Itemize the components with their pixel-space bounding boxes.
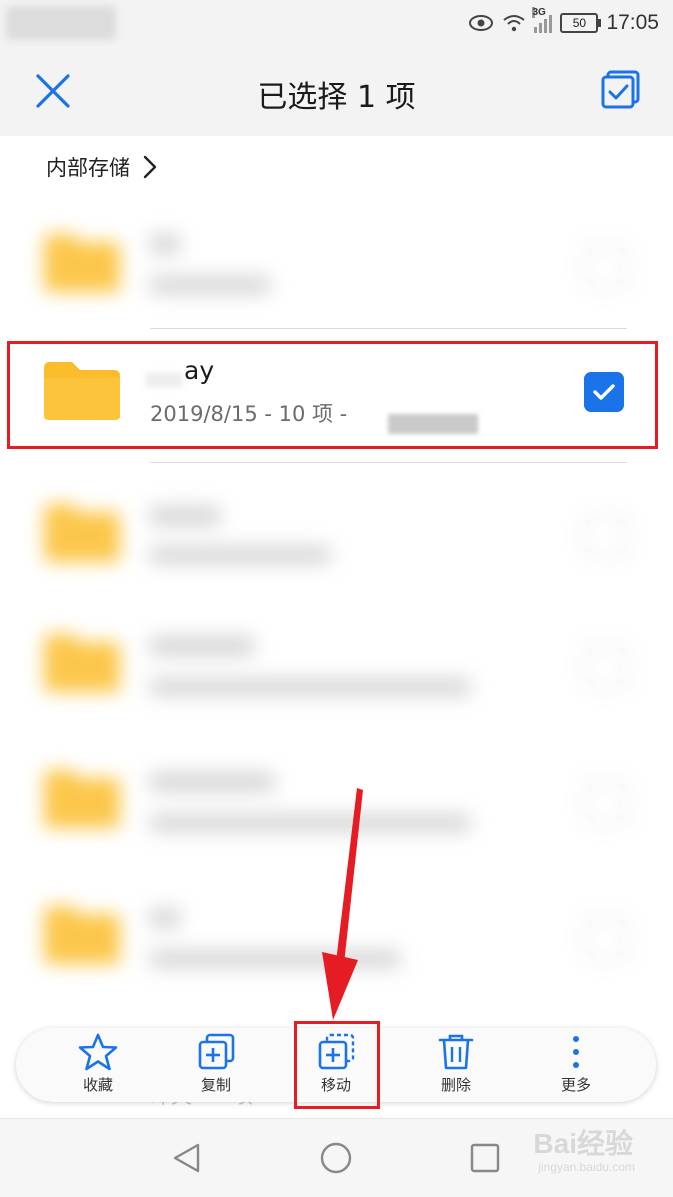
list-item-blurred[interactable] <box>0 200 673 330</box>
recents-square-icon[interactable] <box>468 1141 502 1175</box>
system-nav-bar <box>0 1118 673 1197</box>
select-all-icon[interactable] <box>599 68 643 112</box>
item-checkbox[interactable] <box>584 916 628 960</box>
status-icons: 3G 50 17:05 <box>468 7 659 38</box>
star-icon <box>78 1033 118 1071</box>
item-checkbox[interactable] <box>584 644 628 688</box>
status-bar: 3G 50 17:05 <box>0 0 673 46</box>
network-type: 3G <box>532 7 546 18</box>
chevron-right-icon <box>143 155 157 179</box>
item-checkbox[interactable] <box>584 244 628 288</box>
item-checkbox[interactable] <box>584 780 628 824</box>
move-icon <box>318 1033 355 1070</box>
folder-icon <box>44 234 120 292</box>
move-label: 移动 <box>320 1076 351 1094</box>
list-item-blurred[interactable] <box>0 872 673 1002</box>
item-checkbox[interactable] <box>584 514 628 558</box>
folder-icon <box>44 634 120 692</box>
more-button[interactable]: 更多 <box>526 1028 626 1102</box>
favorite-button[interactable]: 收藏 <box>48 1028 148 1102</box>
list-item-blurred[interactable] <box>0 470 673 600</box>
folder-icon <box>44 504 120 562</box>
delete-label: 删除 <box>440 1076 471 1094</box>
trash-icon <box>438 1034 474 1070</box>
breadcrumb-label: 内部存储 <box>46 156 130 180</box>
copy-icon <box>198 1033 235 1070</box>
redacted-size <box>388 414 478 434</box>
list-item-blurred[interactable] <box>0 600 673 730</box>
breadcrumb[interactable]: 内部存储 <box>46 150 158 184</box>
battery-icon: 50 <box>560 13 602 33</box>
copy-button[interactable]: 复制 <box>166 1028 266 1102</box>
carrier-info-blurred <box>6 6 116 40</box>
list-item-blurred[interactable] <box>0 736 673 866</box>
back-triangle-icon[interactable] <box>170 1141 204 1175</box>
checkmark-icon <box>593 384 615 400</box>
more-label: 更多 <box>560 1076 591 1094</box>
folder-icon <box>44 362 120 420</box>
favorite-label: 收藏 <box>82 1076 113 1094</box>
eye-comfort-icon <box>469 15 494 31</box>
item-name: ay <box>184 356 215 385</box>
list-item-selected[interactable]: ay 2019/8/15 - 10 项 - <box>0 328 673 458</box>
divider <box>150 462 627 463</box>
action-toolbar: 收藏 复制 移动 删除 更多 <box>16 1028 656 1102</box>
selection-header: 已选择 1 项 <box>0 46 673 136</box>
item-meta: 2019/8/15 - 10 项 - <box>150 402 348 426</box>
status-time: 17:05 <box>606 11 659 34</box>
home-circle-icon[interactable] <box>319 1141 353 1175</box>
wifi-icon <box>503 15 526 32</box>
copy-label: 复制 <box>200 1076 231 1094</box>
cell-signal-icon: 3G <box>532 7 553 33</box>
item-checkbox-checked[interactable] <box>584 372 624 412</box>
page-title: 已选择 1 项 <box>257 80 416 115</box>
folder-icon <box>44 770 120 828</box>
folder-icon <box>44 906 120 964</box>
move-button[interactable]: 移动 <box>286 1028 386 1102</box>
delete-button[interactable]: 删除 <box>406 1028 506 1102</box>
more-vertical-icon <box>573 1036 579 1068</box>
